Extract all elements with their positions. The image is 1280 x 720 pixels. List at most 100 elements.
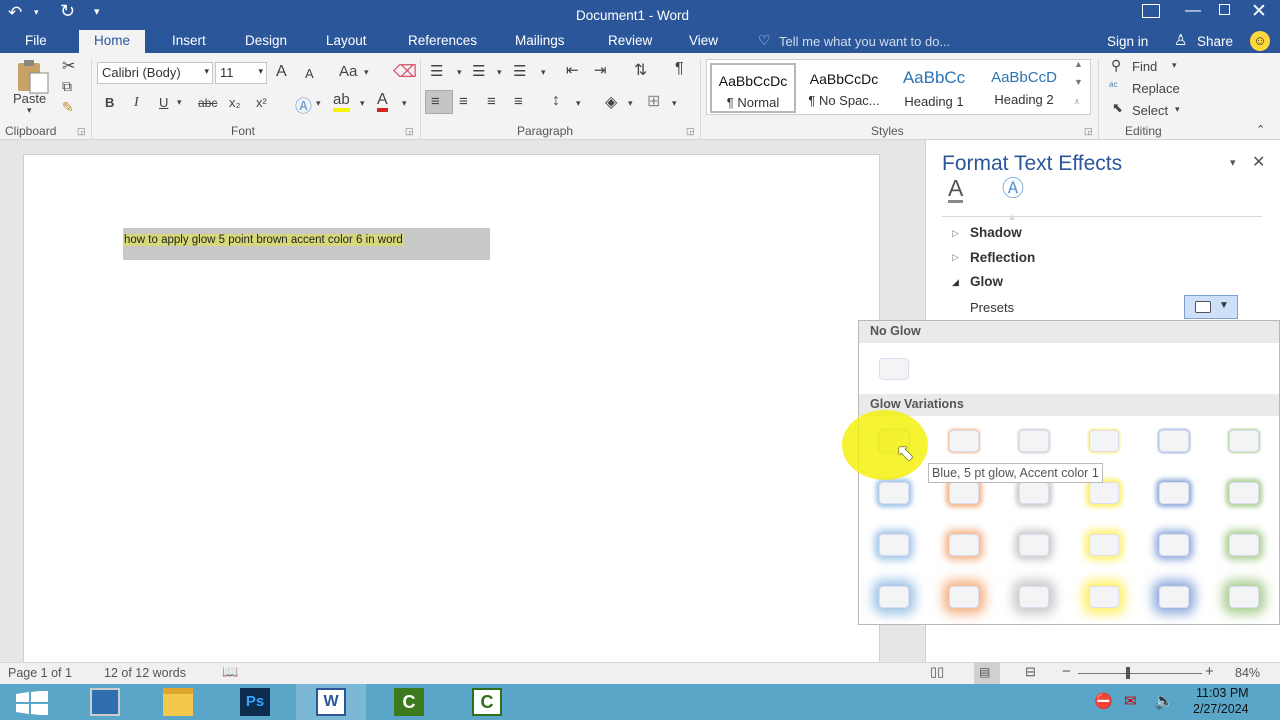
taskbar-server-manager[interactable] xyxy=(70,684,140,720)
glow-variation-swatch[interactable] xyxy=(1089,534,1119,556)
close-icon[interactable]: ✕ xyxy=(1251,0,1267,23)
grow-font-button[interactable]: A xyxy=(276,63,287,81)
chevron-down-icon[interactable]: ▾ xyxy=(628,98,633,109)
bullets-icon[interactable]: ☰ xyxy=(430,62,443,80)
taskbar-word[interactable]: W xyxy=(296,684,366,720)
bold-button[interactable]: B xyxy=(105,95,114,110)
change-case-button[interactable]: Aa xyxy=(339,63,357,80)
italic-button[interactable]: I xyxy=(134,95,139,111)
page-count[interactable]: Page 1 of 1 xyxy=(8,666,72,680)
font-name-box[interactable]: Calibri (Body) ▾ xyxy=(97,62,213,84)
glow-variation-swatch[interactable] xyxy=(1019,534,1049,556)
zoom-level[interactable]: 84% xyxy=(1235,666,1260,680)
read-mode-icon[interactable]: ▯▯ xyxy=(930,664,944,680)
glow-variation-swatch[interactable] xyxy=(879,586,909,608)
word-count[interactable]: 12 of 12 words xyxy=(104,666,186,680)
text-effects-icon[interactable]: Ⓐ xyxy=(295,92,312,117)
chevron-down-icon[interactable]: ▾ xyxy=(672,98,677,109)
proofing-icon[interactable]: 📖 xyxy=(222,664,238,680)
shrink-font-button[interactable]: A xyxy=(305,66,314,81)
start-button[interactable] xyxy=(0,684,64,720)
glow-variation-swatch[interactable] xyxy=(1159,430,1189,452)
style-no-spacing[interactable]: AaBbCcDc ¶ No Spac... xyxy=(801,63,887,113)
tab-review[interactable]: Review xyxy=(608,33,652,48)
highlight-color-icon[interactable]: ab xyxy=(333,92,350,112)
superscript-button[interactable]: x² xyxy=(256,95,267,110)
zoom-slider-thumb[interactable] xyxy=(1126,667,1130,679)
glow-variation-swatch[interactable] xyxy=(1019,482,1049,504)
restore-icon[interactable] xyxy=(1219,4,1230,15)
tab-mailings[interactable]: Mailings xyxy=(515,33,565,48)
format-painter-icon[interactable]: ✎ xyxy=(62,99,74,116)
styles-more-icon[interactable]: ⩡ xyxy=(1074,97,1080,108)
chevron-down-icon[interactable]: ▾ xyxy=(177,97,182,108)
tab-layout[interactable]: Layout xyxy=(326,33,367,48)
redo-icon[interactable]: ↻ xyxy=(60,1,75,22)
paste-button[interactable]: Paste xyxy=(13,91,46,106)
undo-dropdown-icon[interactable]: ▾ xyxy=(34,7,39,18)
glow-variation-swatch[interactable] xyxy=(879,482,909,504)
glow-section[interactable]: Glow xyxy=(970,274,1003,289)
expand-shadow-icon[interactable]: ▷ xyxy=(952,228,959,239)
replace-button[interactable]: Replace xyxy=(1132,81,1180,96)
shadow-section[interactable]: Shadow xyxy=(970,225,1022,240)
glow-variation-swatch[interactable] xyxy=(1229,586,1259,608)
chevron-down-icon[interactable]: ▾ xyxy=(316,98,321,109)
selected-text[interactable]: how to apply glow 5 point brown accent c… xyxy=(123,234,404,246)
text-effects-tab-icon[interactable]: Ⓐ xyxy=(1002,177,1024,201)
select-button[interactable]: Select xyxy=(1132,103,1168,118)
glow-variation-swatch[interactable] xyxy=(1159,586,1189,608)
expand-reflection-icon[interactable]: ▷ xyxy=(952,252,959,263)
glow-variation-swatch[interactable] xyxy=(1089,482,1119,504)
taskbar-photoshop[interactable]: Ps xyxy=(220,684,290,720)
sort-icon[interactable]: ⇅ xyxy=(634,60,647,80)
glow-variation-swatch[interactable] xyxy=(1229,430,1259,452)
style-heading-2[interactable]: AaBbCcD Heading 2 xyxy=(981,63,1067,113)
glow-variation-swatch[interactable] xyxy=(949,586,979,608)
minimize-icon[interactable]: — xyxy=(1185,2,1201,20)
tab-home[interactable]: Home xyxy=(79,30,146,53)
increase-indent-icon[interactable]: ⇥ xyxy=(594,61,607,79)
chevron-down-icon[interactable]: ▾ xyxy=(364,67,369,78)
multilevel-list-icon[interactable]: ☰ xyxy=(513,62,526,80)
styles-launcher-icon[interactable]: ◲ xyxy=(1084,126,1093,137)
align-right-icon[interactable]: ≡ xyxy=(487,93,496,110)
pilcrow-button[interactable]: ¶ xyxy=(675,60,684,78)
tab-file[interactable]: File xyxy=(25,33,47,48)
line-spacing-icon[interactable]: ↕ xyxy=(552,92,560,110)
undo-icon[interactable]: ↶ xyxy=(8,3,22,23)
taskbar-camtasia-2[interactable]: C xyxy=(452,684,522,720)
tell-me-search[interactable]: Tell me what you want to do... xyxy=(779,34,950,49)
tab-view[interactable]: View xyxy=(689,33,718,48)
font-launcher-icon[interactable]: ◲ xyxy=(405,126,414,137)
underline-button[interactable]: U xyxy=(159,95,168,110)
clock-date[interactable]: 2/27/2024 xyxy=(1193,702,1249,716)
zoom-slider-track[interactable] xyxy=(1078,673,1202,674)
chevron-down-icon[interactable]: ▾ xyxy=(258,66,263,77)
document-page[interactable]: how to apply glow 5 point brown accent c… xyxy=(23,154,880,674)
borders-icon[interactable]: ⊞ xyxy=(647,91,660,111)
ribbon-display-options-icon[interactable] xyxy=(1142,4,1160,18)
smiley-feedback-icon[interactable]: ☺ xyxy=(1250,31,1270,51)
subscript-button[interactable]: x₂ xyxy=(229,95,241,110)
no-glow-option[interactable] xyxy=(879,358,909,380)
chevron-down-icon[interactable]: ▾ xyxy=(1175,104,1180,115)
network-icon[interactable]: ⛔ xyxy=(1094,692,1113,710)
glow-variation-swatch[interactable] xyxy=(879,534,909,556)
collapse-ribbon-icon[interactable]: ⌃ xyxy=(1256,123,1265,136)
chevron-down-icon[interactable]: ▾ xyxy=(360,98,365,109)
tab-references[interactable]: References xyxy=(408,33,477,48)
clear-formatting-icon[interactable]: ⌫ xyxy=(393,62,417,82)
taskbar-camtasia-1[interactable]: C xyxy=(374,684,444,720)
chevron-down-icon[interactable]: ▾ xyxy=(204,66,209,77)
styles-scroll-up-icon[interactable]: ▲ xyxy=(1074,59,1083,69)
align-center-icon[interactable]: ≡ xyxy=(459,93,468,110)
sign-in-link[interactable]: Sign in xyxy=(1107,34,1148,49)
reflection-section[interactable]: Reflection xyxy=(970,250,1035,265)
font-color-icon[interactable]: A xyxy=(377,92,388,112)
collapse-glow-icon[interactable]: ◢ xyxy=(952,277,959,288)
clipboard-launcher-icon[interactable]: ◲ xyxy=(77,126,86,137)
glow-variation-swatch[interactable] xyxy=(1089,586,1119,608)
volume-icon[interactable]: 🔈 xyxy=(1154,691,1174,711)
chevron-down-icon[interactable]: ▾ xyxy=(457,67,462,78)
